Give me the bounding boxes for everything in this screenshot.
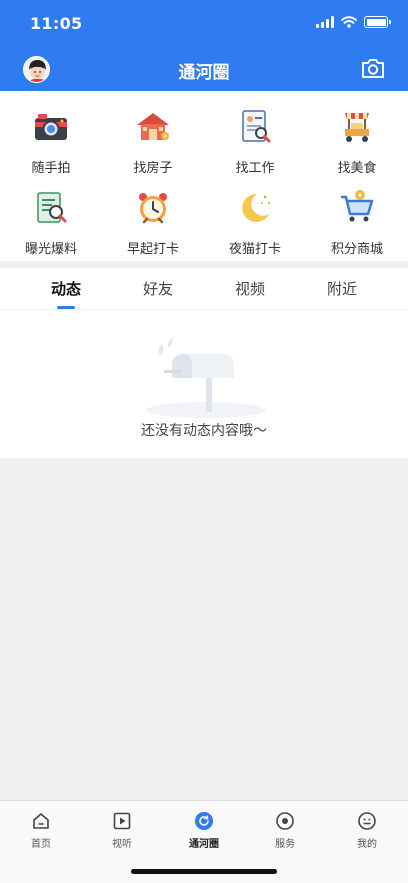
- bottom-tab-service[interactable]: 服务: [244, 811, 326, 850]
- tab-nearby[interactable]: 附近: [291, 278, 393, 299]
- grid-label: 积分商城: [330, 242, 383, 257]
- grid-label: 随手拍: [31, 161, 71, 176]
- grid-item-find-job[interactable]: 找工作: [204, 99, 306, 179]
- bottom-tab-label: 服务: [275, 839, 295, 850]
- grid-item-points-mall[interactable]: 积分商城: [306, 180, 408, 260]
- resume-icon: [242, 110, 271, 143]
- bottom-tab-label: 我的: [357, 839, 377, 850]
- feed-area: 还没有动态内容哦～: [0, 310, 408, 458]
- grid-item-report[interactable]: 曝光爆料: [0, 180, 102, 260]
- empty-mailbox-illustration: [146, 338, 266, 418]
- bottom-tab-label: 首页: [31, 839, 51, 850]
- page-title: 通河圈: [178, 63, 230, 83]
- grid-label: 找房子: [133, 161, 173, 176]
- empty-state-message: 还没有动态内容哦～: [141, 423, 267, 439]
- grid-label: 曝光爆料: [24, 242, 77, 257]
- home-indicator: [131, 869, 277, 874]
- grid-item-night-checkin[interactable]: 夜猫打卡: [204, 180, 306, 260]
- bottom-tab-label: 视听: [112, 839, 132, 850]
- tab-videos[interactable]: 视频: [199, 278, 301, 299]
- grid-label: 夜猫打卡: [228, 242, 281, 257]
- food-cart-icon: [345, 113, 369, 142]
- active-tab-indicator: [57, 306, 75, 309]
- shopping-cart-icon: [341, 190, 374, 222]
- bottom-tab-home[interactable]: 首页: [0, 811, 82, 850]
- camera-icon: [362, 59, 384, 78]
- bottom-tab-circle[interactable]: 通河圈: [163, 811, 245, 850]
- tab-friends[interactable]: 好友: [107, 278, 209, 299]
- report-icon: [37, 192, 67, 223]
- service-icon: [276, 812, 294, 830]
- app-header: 11:05 通河圈: [0, 0, 408, 91]
- grid-label: 找工作: [235, 161, 275, 176]
- status-bar: 11:05: [0, 0, 408, 48]
- home-icon: [33, 813, 49, 829]
- circle-refresh-icon: [195, 812, 213, 830]
- house-icon: [137, 113, 169, 140]
- profile-icon: [358, 812, 376, 830]
- alarm-clock-icon: [139, 193, 167, 224]
- camera-button[interactable]: [360, 56, 386, 80]
- battery-icon: [364, 16, 391, 28]
- play-icon: [113, 812, 131, 830]
- nav-bar: 通河圈: [0, 48, 408, 91]
- grid-item-find-house[interactable]: 找房子: [102, 99, 204, 179]
- bottom-tab-label: 通河圈: [189, 839, 219, 850]
- bottom-tab-profile[interactable]: 我的: [326, 811, 408, 850]
- status-icons: [316, 16, 391, 28]
- bottom-tab-media[interactable]: 视听: [81, 811, 163, 850]
- grid-label: 找美食: [337, 161, 377, 176]
- tab-dynamic[interactable]: 动态: [15, 278, 117, 299]
- signal-icon: [316, 16, 334, 28]
- grid-item-snapshot[interactable]: 随手拍: [0, 99, 102, 179]
- wifi-icon: [341, 16, 357, 28]
- grid-item-find-food[interactable]: 找美食: [306, 99, 408, 179]
- feed-tabs: 动态 好友 视频 附近: [0, 268, 408, 310]
- status-time: 11:05: [30, 14, 83, 33]
- moon-icon: [242, 193, 270, 222]
- feature-grid: 随手拍 找房子 找工作 找美食 曝光爆料 早起打卡 夜猫打卡 积分商城: [0, 91, 408, 261]
- grid-item-early-checkin[interactable]: 早起打卡: [102, 180, 204, 260]
- grid-label: 早起打卡: [126, 242, 179, 257]
- camera-icon: [35, 114, 67, 140]
